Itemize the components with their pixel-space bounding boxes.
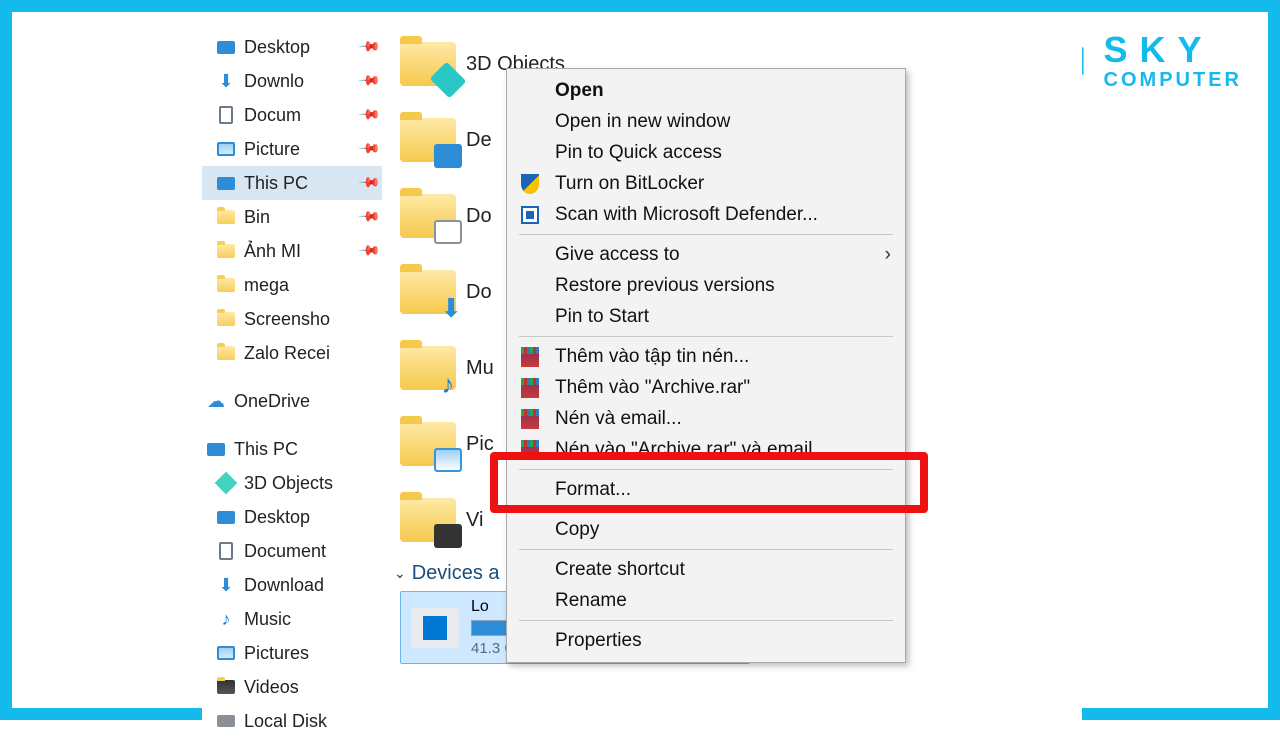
cube-icon: [216, 473, 236, 493]
ctx-rename[interactable]: Rename: [507, 585, 905, 616]
winrar-icon: [519, 377, 541, 399]
monitor-icon: [216, 37, 236, 57]
nav-onedrive[interactable]: ☁OneDrive: [202, 384, 382, 418]
folder-icon: [216, 275, 236, 295]
defender-icon: [519, 204, 541, 226]
ctx-restore[interactable]: Restore previous versions: [507, 270, 905, 301]
monitor-icon: [216, 507, 236, 527]
chevron-right-icon: ›: [885, 244, 891, 266]
picture-icon: [216, 139, 236, 159]
chevron-down-icon: ⌄: [394, 565, 406, 582]
logo-text: SKY COMPUTER: [1104, 32, 1242, 90]
ctx-pin-quick-access[interactable]: Pin to Quick access: [507, 137, 905, 168]
nav-pc-videos[interactable]: Videos: [202, 670, 382, 704]
download-icon: ⬇: [216, 71, 236, 91]
folder-icon: [216, 207, 236, 227]
pin-icon: 📌: [357, 102, 381, 126]
ctx-rar-add[interactable]: Thêm vào tập tin nén...: [507, 341, 905, 372]
ctx-bitlocker[interactable]: Turn on BitLocker: [507, 168, 905, 199]
ctx-give-access[interactable]: Give access to›: [507, 239, 905, 270]
monitor-icon: [206, 439, 226, 459]
nav-screenshot[interactable]: Screensho: [202, 302, 382, 336]
ctx-open-new-window[interactable]: Open in new window: [507, 106, 905, 137]
doc-icon: [216, 541, 236, 561]
nav-pc-music[interactable]: ♪Music: [202, 602, 382, 636]
logo-line1: SKY: [1104, 32, 1242, 68]
music-icon: ♪: [434, 372, 462, 396]
folder-icon: [216, 343, 236, 363]
pin-icon: 📌: [357, 34, 381, 58]
nav-this-pc-root[interactable]: This PC: [202, 432, 382, 466]
nav-zalo[interactable]: Zalo Recei: [202, 336, 382, 370]
ctx-rar-archive[interactable]: Thêm vào "Archive.rar": [507, 372, 905, 403]
nav-pictures[interactable]: Picture📌: [202, 132, 382, 166]
nav-desktop[interactable]: Desktop📌: [202, 30, 382, 64]
nav-anh-mi[interactable]: Ảnh MI📌: [202, 234, 382, 268]
nav-pc-local-disk[interactable]: Local Disk: [202, 704, 382, 738]
winrar-icon: [519, 439, 541, 461]
pin-icon: 📌: [357, 136, 381, 160]
nav-tree: Desktop📌 ⬇Downlo📌 Docum📌 Picture📌 This P…: [202, 20, 382, 720]
folder-icon: [216, 309, 236, 329]
cloud-icon: ☁: [206, 391, 226, 411]
download-icon: ⬇: [216, 575, 236, 595]
nav-pc-documents[interactable]: Document: [202, 534, 382, 568]
ctx-defender[interactable]: Scan with Microsoft Defender...: [507, 199, 905, 230]
nav-this-pc[interactable]: This PC📌: [202, 166, 382, 200]
logo-line2: COMPUTER: [1104, 70, 1242, 90]
monitor-icon: [216, 173, 236, 193]
context-menu: Open Open in new window Pin to Quick acc…: [506, 68, 906, 663]
ctx-create-shortcut[interactable]: Create shortcut: [507, 554, 905, 585]
video-icon: [216, 677, 236, 697]
winrar-icon: [519, 346, 541, 368]
ctx-rar-email[interactable]: Nén và email...: [507, 403, 905, 434]
nav-mega[interactable]: mega: [202, 268, 382, 302]
download-icon: ⬇: [434, 296, 462, 320]
music-icon: ♪: [216, 609, 236, 629]
ctx-open[interactable]: Open: [507, 75, 905, 106]
page-frame: SKY COMPUTER Desktop📌 ⬇Downlo📌 Docum📌 Pi…: [0, 0, 1280, 720]
nav-pc-downloads[interactable]: ⬇Download: [202, 568, 382, 602]
picture-icon: [216, 643, 236, 663]
pin-icon: 📌: [357, 68, 381, 92]
winrar-icon: [519, 408, 541, 430]
ctx-properties[interactable]: Properties: [507, 625, 905, 656]
nav-3d-objects[interactable]: 3D Objects: [202, 466, 382, 500]
drive-icon: [216, 711, 236, 731]
ctx-format[interactable]: Format...: [507, 474, 905, 505]
shield-icon: [519, 173, 541, 195]
pin-icon: 📌: [357, 204, 381, 228]
pin-icon: 📌: [357, 238, 381, 262]
drive-icon: [411, 608, 459, 648]
nav-pc-pictures[interactable]: Pictures: [202, 636, 382, 670]
pin-icon: 📌: [357, 170, 381, 194]
nav-bin[interactable]: Bin📌: [202, 200, 382, 234]
nav-documents[interactable]: Docum📌: [202, 98, 382, 132]
doc-icon: [216, 105, 236, 125]
ctx-pin-start[interactable]: Pin to Start: [507, 301, 905, 332]
nav-downloads[interactable]: ⬇Downlo📌: [202, 64, 382, 98]
ctx-rar-archive-email[interactable]: Nén vào "Archive.rar" và email: [507, 434, 905, 465]
folder-icon: [216, 241, 236, 261]
nav-pc-desktop[interactable]: Desktop: [202, 500, 382, 534]
ctx-copy[interactable]: Copy: [507, 514, 905, 545]
